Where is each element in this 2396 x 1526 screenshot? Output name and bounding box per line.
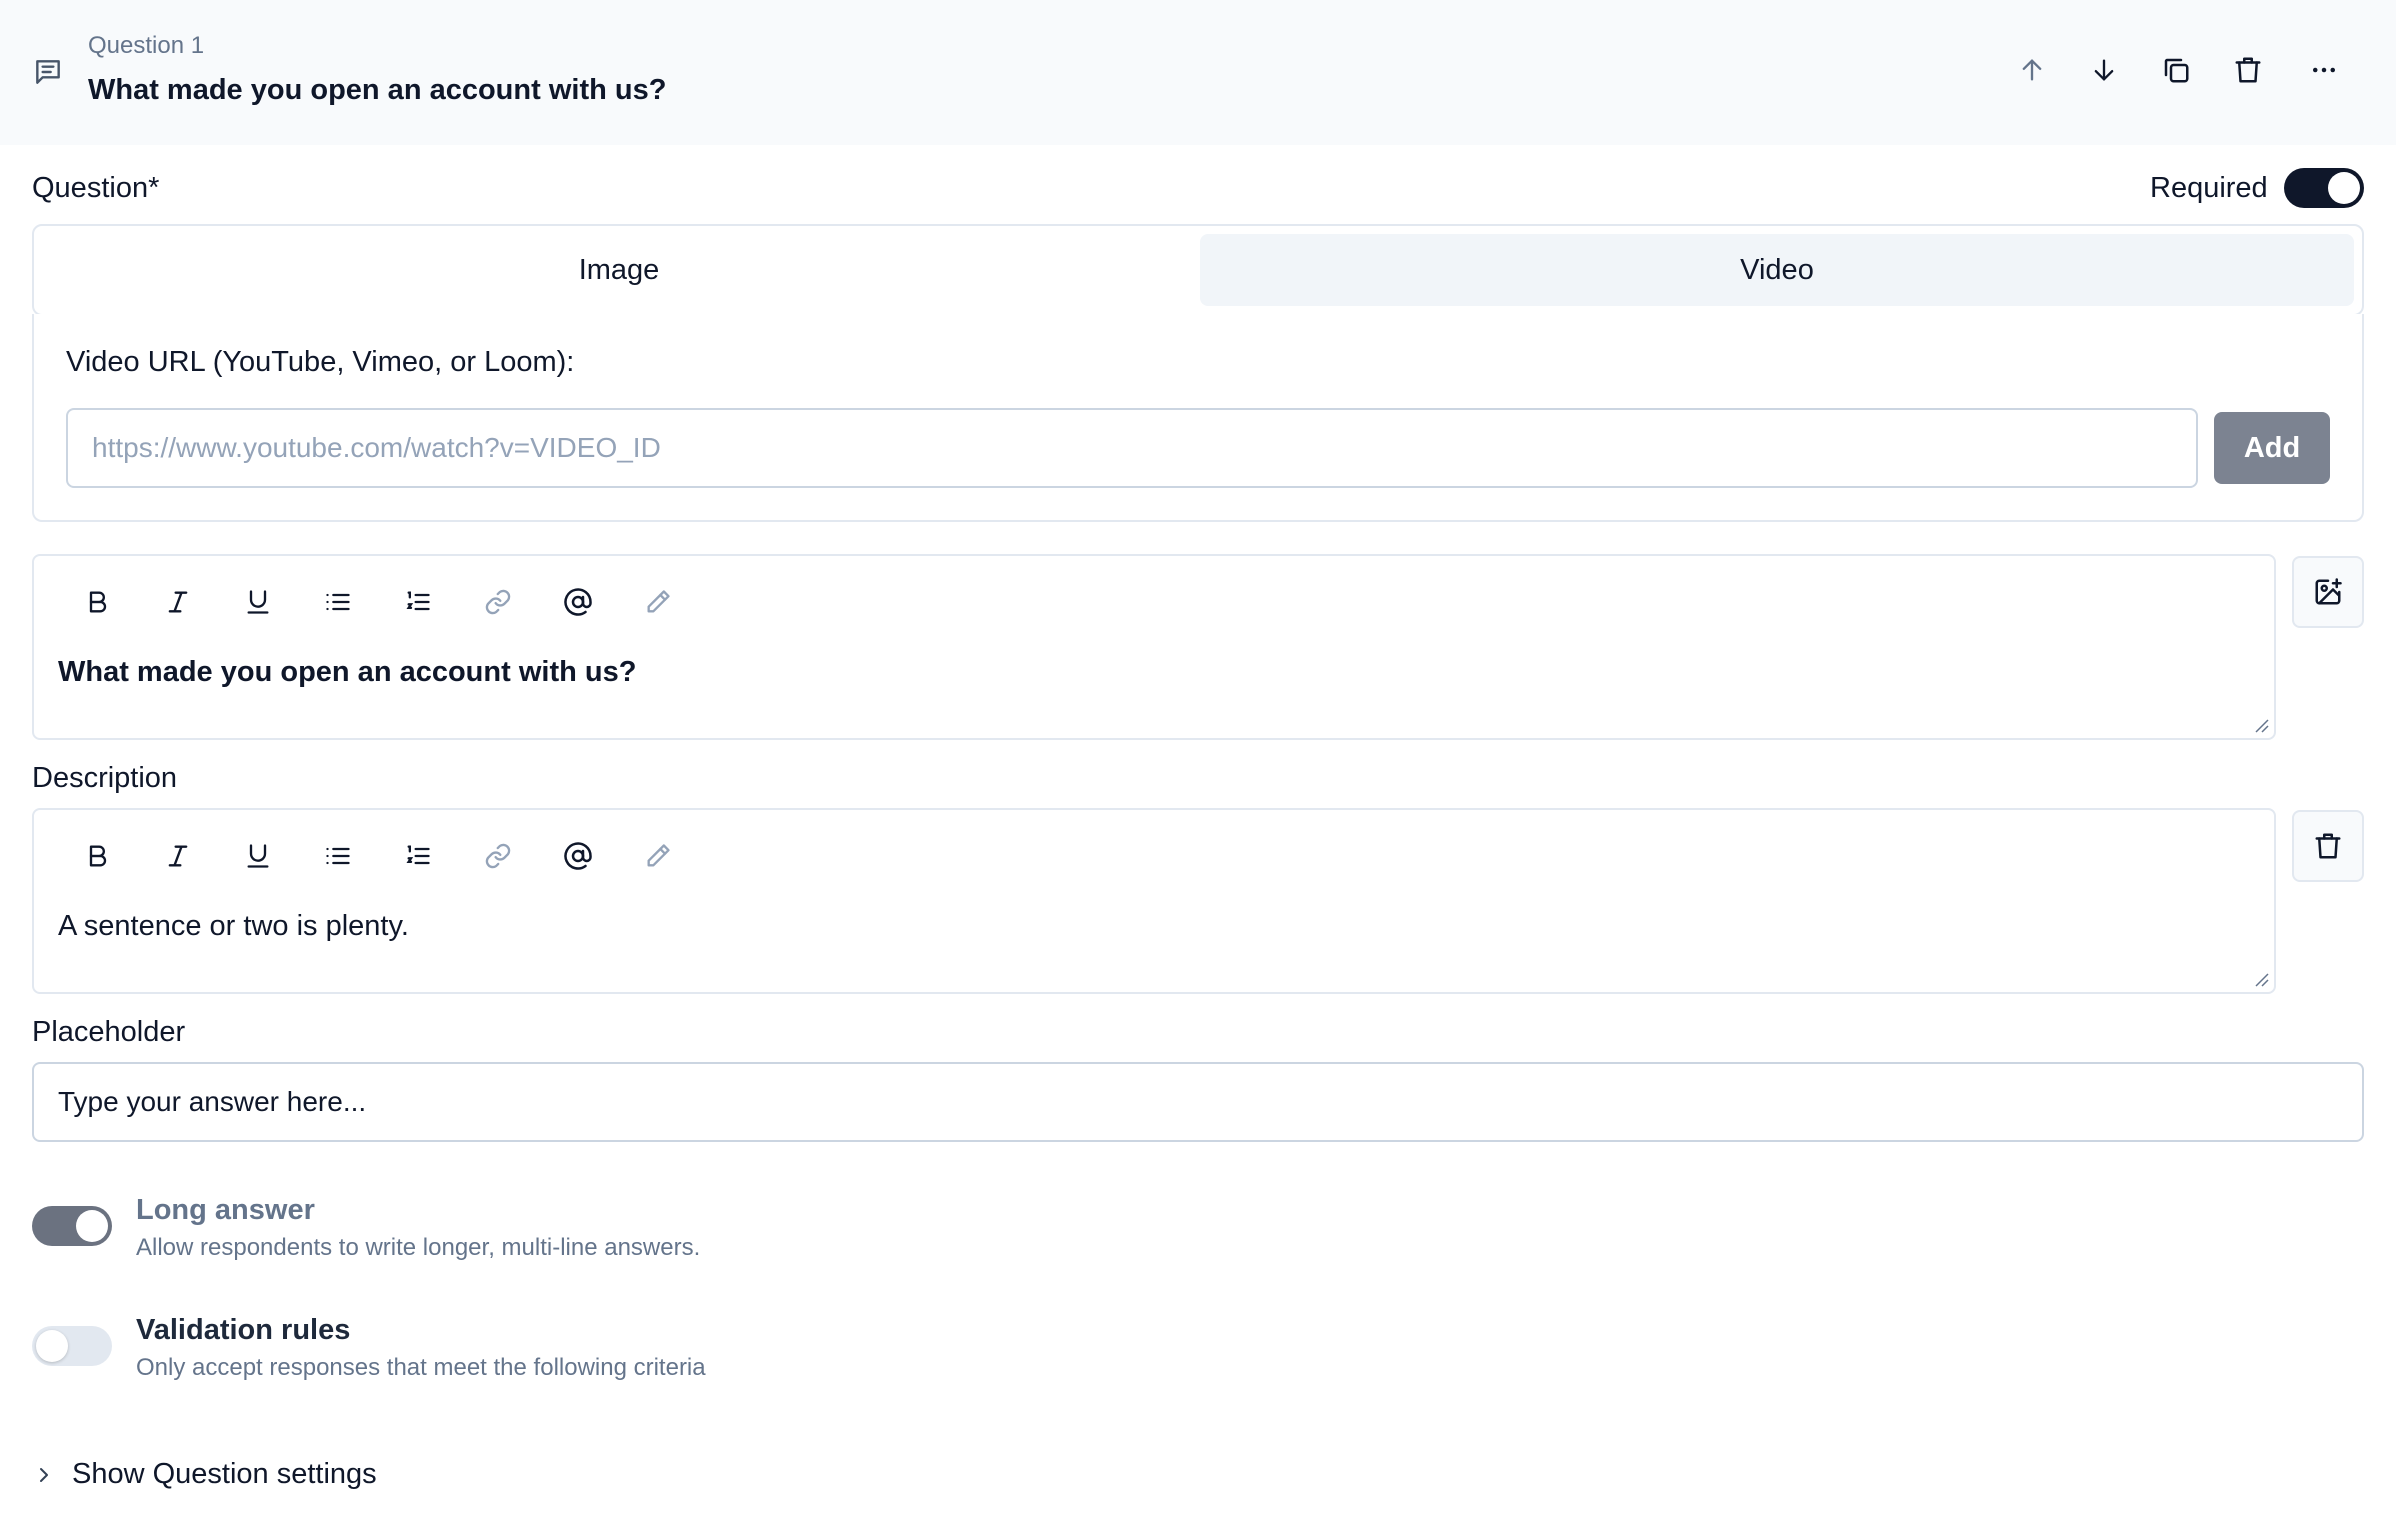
arrow-up-icon xyxy=(2022,59,2042,81)
mention-icon xyxy=(564,588,592,616)
highlight-button[interactable] xyxy=(618,832,698,880)
highlight-pen-icon xyxy=(647,590,670,613)
media-tabs: Image Video xyxy=(32,224,2364,316)
validation-rules-title: Validation rules xyxy=(136,1314,351,1346)
highlight-pen-icon xyxy=(647,844,670,867)
bold-icon xyxy=(89,845,107,867)
link-button[interactable] xyxy=(458,832,538,880)
resize-handle-icon[interactable] xyxy=(2252,970,2270,988)
italic-button[interactable] xyxy=(138,832,218,880)
placeholder-label: Placeholder xyxy=(32,1016,186,1048)
show-question-settings-label: Show Question settings xyxy=(72,1458,377,1490)
long-answer-toggle[interactable] xyxy=(32,1206,112,1246)
question-label: Question* xyxy=(32,172,160,204)
question-editor-content[interactable]: What made you open an account with us? xyxy=(58,656,636,689)
question-number: Question 1 xyxy=(88,32,205,59)
underline-icon xyxy=(247,590,269,614)
toggle-knob xyxy=(36,1330,68,1362)
mention-button[interactable] xyxy=(538,578,618,626)
mention-button[interactable] xyxy=(538,832,618,880)
required-label: Required xyxy=(2150,172,2268,204)
message-square-text-icon xyxy=(32,56,64,88)
delete-description-button[interactable] xyxy=(2292,810,2364,882)
underline-button[interactable] xyxy=(218,578,298,626)
move-down-button[interactable] xyxy=(2084,50,2124,90)
move-up-button[interactable] xyxy=(2012,50,2052,90)
ordered-list-button[interactable] xyxy=(378,832,458,880)
duplicate-button[interactable] xyxy=(2156,50,2196,90)
question-rich-editor[interactable]: What made you open an account with us? xyxy=(32,554,2276,740)
editor-toolbar xyxy=(58,832,698,880)
validation-rules-description: Only accept responses that meet the foll… xyxy=(136,1354,706,1381)
description-rich-editor[interactable]: A sentence or two is plenty. xyxy=(32,808,2276,994)
link-icon xyxy=(485,589,511,615)
mention-icon xyxy=(564,842,592,870)
bullet-list-button[interactable] xyxy=(298,578,378,626)
italic-icon xyxy=(168,591,188,613)
tab-image[interactable]: Image xyxy=(42,234,1196,306)
bold-icon xyxy=(89,591,107,613)
question-header: Question 1 What made you open an account… xyxy=(0,0,2396,145)
underline-icon xyxy=(247,844,269,868)
tab-video[interactable]: Video xyxy=(1200,234,2354,306)
editor-toolbar xyxy=(58,578,698,626)
copy-icon xyxy=(2164,58,2189,83)
required-toggle[interactable] xyxy=(2284,168,2364,208)
link-button[interactable] xyxy=(458,578,538,626)
description-editor-content[interactable]: A sentence or two is plenty. xyxy=(58,910,409,943)
description-label: Description xyxy=(32,762,178,794)
video-url-label: Video URL (YouTube, Vimeo, or Loom): xyxy=(66,346,575,378)
chevron-right-icon xyxy=(40,1467,48,1482)
long-answer-title: Long answer xyxy=(136,1194,315,1226)
underline-button[interactable] xyxy=(218,832,298,880)
question-title: What made you open an account with us? xyxy=(88,74,667,106)
more-options-button[interactable] xyxy=(2304,50,2344,90)
trash-icon xyxy=(2315,833,2341,859)
validation-rules-toggle[interactable] xyxy=(32,1326,112,1366)
bullet-list-icon xyxy=(326,593,350,611)
link-icon xyxy=(485,843,511,869)
show-question-settings[interactable]: Show Question settings xyxy=(32,1458,377,1491)
trash-icon xyxy=(2235,57,2261,83)
italic-icon xyxy=(168,845,188,867)
toggle-knob xyxy=(2328,172,2360,204)
video-url-input[interactable] xyxy=(66,408,2198,488)
add-video-button[interactable]: Add xyxy=(2214,412,2330,484)
bold-button[interactable] xyxy=(58,578,138,626)
highlight-button[interactable] xyxy=(618,578,698,626)
ordered-list-icon xyxy=(406,591,430,611)
image-plus-icon xyxy=(2315,578,2342,605)
long-answer-description: Allow respondents to write longer, multi… xyxy=(136,1234,701,1261)
bullet-list-icon xyxy=(326,847,350,865)
more-horizontal-icon xyxy=(2313,67,2335,73)
delete-question-button[interactable] xyxy=(2228,50,2268,90)
resize-handle-icon[interactable] xyxy=(2252,716,2270,734)
bold-button[interactable] xyxy=(58,832,138,880)
placeholder-input[interactable]: Type your answer here... xyxy=(32,1062,2364,1142)
toggle-knob xyxy=(76,1210,108,1242)
ordered-list-button[interactable] xyxy=(378,578,458,626)
ordered-list-icon xyxy=(406,845,430,865)
bullet-list-button[interactable] xyxy=(298,832,378,880)
placeholder-input-value: Type your answer here... xyxy=(58,1086,367,1117)
add-image-button[interactable] xyxy=(2292,556,2364,628)
arrow-down-icon xyxy=(2094,59,2114,81)
italic-button[interactable] xyxy=(138,578,218,626)
